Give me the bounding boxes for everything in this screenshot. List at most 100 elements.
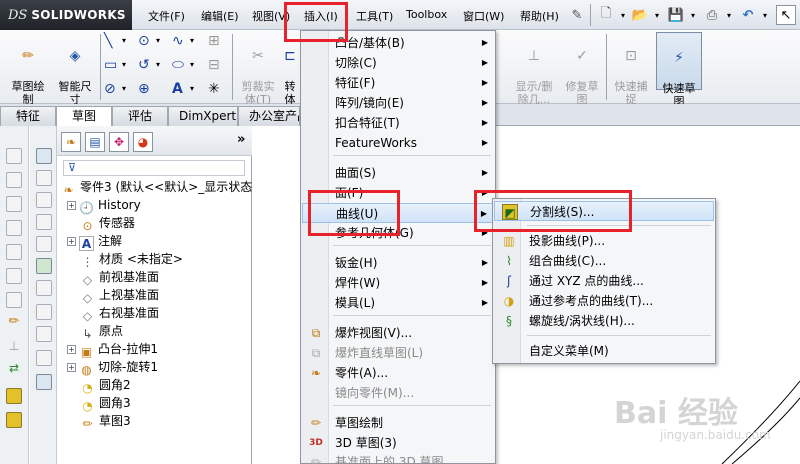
cube-view-icon[interactable]: [36, 304, 52, 320]
tree-item-origin[interactable]: ↳ 原点: [80, 322, 123, 341]
print-icon[interactable]: ⎙: [702, 5, 722, 25]
menu-item-cut[interactable]: 切除(C) ▶: [302, 53, 494, 73]
spline-icon[interactable]: ∿: [172, 33, 184, 49]
trim-entities-button[interactable]: ✂ 剪裁实 体(T): [236, 34, 280, 106]
cube-view-icon[interactable]: [6, 196, 22, 212]
tree-item-top-plane[interactable]: ◇ 上视基准面: [80, 286, 159, 305]
show-delete-relations-button[interactable]: ⊥ 显示/删 除几...: [510, 34, 558, 106]
quick-snaps-button[interactable]: ⊡ 快速捕 捉: [610, 34, 652, 106]
sketch-button[interactable]: ✏ 草图绘 制: [6, 34, 50, 106]
chevron-down-icon[interactable]: ▾: [652, 5, 662, 25]
expand-toggle-icon[interactable]: +: [67, 345, 76, 354]
point-icon[interactable]: ✳: [208, 81, 220, 97]
expand-panel-icon[interactable]: »: [237, 132, 245, 147]
menu-item-projected-curve[interactable]: ▥ 投影曲线(P)...: [494, 231, 714, 251]
arc-icon[interactable]: ↺: [138, 57, 150, 73]
chevron-down-icon[interactable]: ▾: [618, 5, 628, 25]
text-icon[interactable]: A: [172, 81, 183, 97]
cube-view-icon[interactable]: [6, 244, 22, 260]
tree-item-annotations[interactable]: + A 注解: [67, 232, 122, 251]
convert-entities-button[interactable]: ⊏ 转 体: [282, 34, 298, 106]
save-icon[interactable]: 💾: [666, 5, 686, 25]
table-icon[interactable]: [36, 148, 52, 164]
chevron-down-icon[interactable]: ▾: [122, 33, 126, 49]
rectangle-icon[interactable]: ▭: [104, 57, 117, 73]
tree-item-sensors[interactable]: ⊙ 传感器: [80, 214, 135, 233]
cube-view-icon[interactable]: [36, 192, 52, 208]
menu-item-pattern-mirror[interactable]: 阵列/镜向(E) ▶: [302, 93, 494, 113]
menu-item-curve-through-reference[interactable]: ◑ 通过参考点的曲线(T)...: [494, 291, 714, 311]
tree-item-history[interactable]: + 🕘 History: [67, 196, 141, 215]
menu-item-fastening-features[interactable]: 扣合特征(T) ▶: [302, 113, 494, 133]
chevron-down-icon[interactable]: ▾: [156, 57, 160, 73]
move-entities-icon[interactable]: ⇄: [6, 360, 22, 376]
repair-sketch-button[interactable]: ✓ 修复草 图: [560, 34, 604, 106]
tab-evaluate[interactable]: 评估: [112, 106, 168, 126]
expand-toggle-icon[interactable]: +: [67, 363, 76, 372]
tree-item-right-plane[interactable]: ◇ 右视基准面: [80, 304, 159, 323]
cube-view-icon[interactable]: [6, 292, 22, 308]
menu-item-sketch[interactable]: ✏ 草图绘制: [302, 413, 494, 433]
menu-help[interactable]: 帮助(H): [520, 8, 559, 24]
menu-edit[interactable]: 编辑(E): [201, 8, 239, 24]
chevron-down-icon[interactable]: ▾: [760, 5, 770, 25]
chevron-down-icon[interactable]: ▾: [190, 33, 194, 49]
grid-icon[interactable]: ⊞: [208, 33, 220, 49]
menu-item-3d-sketch-on-plane[interactable]: ✏ 基准面上的 3D 草图: [302, 452, 494, 464]
ellipse-icon[interactable]: ⬭: [172, 57, 184, 73]
menu-tools[interactable]: 工具(T): [356, 8, 393, 24]
chevron-down-icon[interactable]: ▾: [122, 57, 126, 73]
cube-view-icon[interactable]: [36, 258, 52, 274]
chevron-down-icon[interactable]: ▾: [724, 5, 734, 25]
cube-view-icon[interactable]: [6, 220, 22, 236]
chevron-down-icon[interactable]: ▾: [190, 57, 194, 73]
menu-window[interactable]: 窗口(W): [463, 8, 504, 24]
menu-item-sheet-metal[interactable]: 钣金(H) ▶: [302, 253, 494, 273]
tree-item-material[interactable]: ⋮ 材质 <未指定>: [80, 250, 183, 269]
tree-item-cut-revolve[interactable]: + ◍ 切除-旋转1: [67, 358, 158, 377]
menu-item-features[interactable]: 特征(F) ▶: [302, 73, 494, 93]
tree-item-boss-extrude[interactable]: + ▣ 凸台-拉伸1: [67, 340, 158, 359]
cube-view-icon[interactable]: [6, 268, 22, 284]
menu-item-explode-line-sketch[interactable]: ⧉ 爆炸直线草图(L): [302, 343, 494, 363]
tree-item-fillet3[interactable]: ◔ 圆角3: [80, 394, 130, 413]
expand-toggle-icon[interactable]: +: [67, 201, 76, 210]
tree-item-front-plane[interactable]: ◇ 前视基准面: [80, 268, 159, 287]
menu-item-surface[interactable]: 曲面(S) ▶: [302, 163, 494, 183]
cube-view-icon[interactable]: [36, 214, 52, 230]
tab-office-products[interactable]: 办公室产品: [238, 106, 300, 126]
open-folder-icon[interactable]: 📂: [630, 5, 650, 25]
line-icon[interactable]: ╲: [104, 33, 112, 49]
cube-view-icon[interactable]: [36, 350, 52, 366]
relations-icon[interactable]: ⊥: [6, 338, 22, 354]
table-icon[interactable]: [36, 374, 52, 390]
undo-icon[interactable]: ↶: [738, 5, 758, 25]
tree-filter[interactable]: ⊽: [63, 160, 245, 176]
sketch-icon[interactable]: ✏: [6, 314, 22, 330]
chevron-down-icon[interactable]: ▾: [156, 33, 160, 49]
chevron-down-icon[interactable]: ▾: [122, 81, 126, 97]
tree-item-sketch3[interactable]: ✏ 草图3: [80, 412, 130, 431]
rapid-sketch-button[interactable]: ⚡ 快速草 图: [656, 32, 702, 108]
tab-sketch[interactable]: 草图: [56, 106, 112, 127]
cube-view-icon[interactable]: [36, 326, 52, 342]
menu-item-mirror-part[interactable]: 镜向零件(M)...: [302, 383, 494, 403]
chevron-down-icon[interactable]: ▾: [688, 5, 698, 25]
cube-view-icon[interactable]: [6, 148, 22, 164]
tree-root[interactable]: ❧ 零件3 (默认<<默认>_显示状态: [61, 178, 252, 197]
new-document-icon[interactable]: 🗋: [596, 5, 616, 25]
cube-view-icon[interactable]: [36, 170, 52, 186]
feature-tree-tab-icon[interactable]: ❧: [61, 132, 81, 152]
configuration-tab-icon[interactable]: ✥: [109, 132, 129, 152]
menu-item-molds[interactable]: 模具(L) ▶: [302, 293, 494, 313]
menu-file[interactable]: 文件(F): [148, 8, 185, 24]
cube-view-icon[interactable]: [36, 280, 52, 296]
slot-icon[interactable]: ⊘: [104, 81, 116, 97]
select-cursor-icon[interactable]: ↖: [776, 5, 796, 25]
menu-item-helix-spiral[interactable]: § 螺旋线/涡状线(H)...: [494, 311, 714, 331]
pushpin-icon[interactable]: ✎: [568, 5, 586, 25]
offset-icon[interactable]: ⊟: [208, 57, 220, 73]
menu-item-exploded-view[interactable]: ⧉ 爆炸视图(V)...: [302, 323, 494, 343]
menu-toolbox[interactable]: Toolbox: [406, 8, 447, 21]
tab-features[interactable]: 特征: [0, 106, 56, 126]
